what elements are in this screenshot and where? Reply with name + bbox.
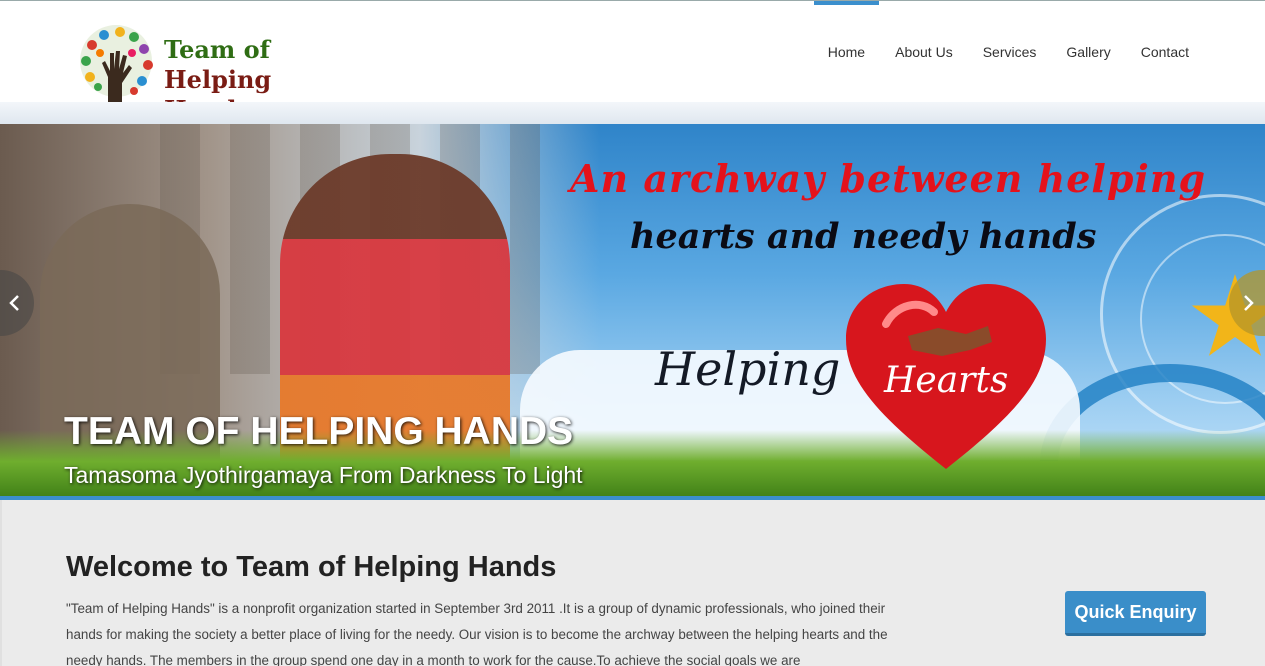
header-divider-strip <box>0 102 1265 124</box>
welcome-body: "Team of Helping Hands" is a nonprofit o… <box>66 601 888 666</box>
nav-about-us[interactable]: About Us <box>881 1 967 103</box>
chevron-left-icon <box>9 295 19 311</box>
welcome-section: Welcome to Team of Helping Hands "Team o… <box>0 500 1265 666</box>
main-nav: Home About Us Services Gallery Contact <box>813 1 1203 103</box>
nav-gallery[interactable]: Gallery <box>1052 1 1124 103</box>
slide-hearts-text: Hearts <box>884 360 1009 401</box>
nav-contact[interactable]: Contact <box>1127 1 1203 103</box>
slide-title: TEAM OF HELPING HANDS <box>64 410 574 453</box>
brand-line1: Team of <box>164 35 271 64</box>
nav-services[interactable]: Services <box>969 1 1051 103</box>
welcome-heading: Welcome to Team of Helping Hands <box>66 551 557 583</box>
slide-subtitle: Tamasoma Jyothirgamaya From Darkness To … <box>64 462 583 488</box>
site-header: Team of Helping Hands Home About Us Serv… <box>0 0 1265 124</box>
tree-hand-logo-icon <box>80 25 153 103</box>
slide-tagline-line2: hearts and needy hands <box>630 216 1097 257</box>
logo[interactable]: Team of Helping Hands <box>72 23 362 124</box>
chevron-right-icon <box>1244 295 1254 311</box>
quick-enquiry-button[interactable]: Quick Enquiry <box>1065 591 1206 636</box>
hero-slider: An archway between helping hearts and ne… <box>0 124 1265 500</box>
slide-tagline-line1: An archway between helping <box>570 156 1207 201</box>
nav-home[interactable]: Home <box>813 1 880 103</box>
slide-helping-text: Helping <box>655 342 841 396</box>
